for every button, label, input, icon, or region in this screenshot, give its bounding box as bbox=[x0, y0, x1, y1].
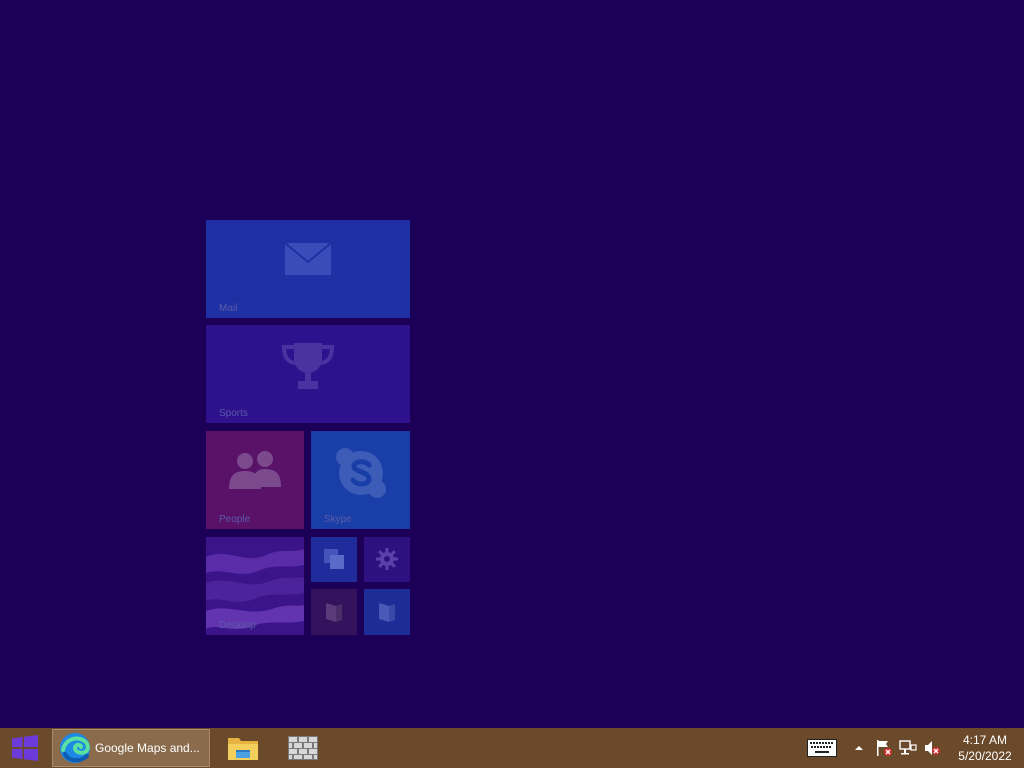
tile-label-desktop: Desktop bbox=[219, 620, 256, 631]
tile-sports[interactable]: Sports bbox=[206, 325, 410, 423]
skype-icon bbox=[311, 447, 410, 499]
taskbar-app-label: Google Maps and... bbox=[95, 741, 200, 755]
reading-list-icon bbox=[364, 600, 410, 624]
taskbar-clock[interactable]: 4:17 AM 5/20/2022 bbox=[950, 732, 1020, 764]
taskbar-app-edge[interactable]: Google Maps and... bbox=[52, 729, 210, 767]
file-explorer-icon bbox=[228, 738, 258, 760]
tile-skype[interactable]: Skype bbox=[311, 431, 410, 529]
tile-desktop[interactable]: Desktop bbox=[206, 537, 304, 635]
tile-label-skype: Skype bbox=[324, 514, 352, 525]
start-button[interactable] bbox=[0, 728, 50, 768]
gear-icon bbox=[364, 547, 410, 571]
photos-icon bbox=[311, 547, 357, 571]
touch-keyboard-icon[interactable] bbox=[807, 739, 837, 757]
tile-reading-list[interactable] bbox=[364, 589, 410, 635]
tile-label-sports: Sports bbox=[219, 408, 248, 419]
trophy-icon bbox=[206, 339, 410, 393]
windows-logo-icon bbox=[12, 735, 38, 761]
tile-reader[interactable] bbox=[311, 589, 357, 635]
show-hidden-icons-icon[interactable] bbox=[854, 744, 864, 752]
taskbar-firewall[interactable] bbox=[280, 729, 326, 767]
desktop-background: Mail Sports People Skype Desktop bbox=[0, 0, 1024, 728]
system-tray: 4:17 AM 5/20/2022 bbox=[804, 728, 1024, 768]
taskbar-file-explorer[interactable] bbox=[220, 729, 266, 767]
book-icon bbox=[311, 600, 357, 624]
tile-settings[interactable] bbox=[364, 537, 410, 582]
tile-photos[interactable] bbox=[311, 537, 357, 582]
tile-label-people: People bbox=[219, 514, 251, 525]
tile-label-mail: Mail bbox=[219, 303, 238, 314]
tile-people[interactable]: People bbox=[206, 431, 304, 529]
edge-icon bbox=[59, 732, 91, 764]
network-icon[interactable] bbox=[899, 739, 917, 757]
clock-date: 5/20/2022 bbox=[958, 749, 1012, 763]
action-center-flag-icon[interactable] bbox=[875, 739, 893, 757]
mail-icon bbox=[206, 242, 410, 276]
volume-muted-icon[interactable] bbox=[923, 739, 941, 757]
clock-time: 4:17 AM bbox=[962, 733, 1008, 747]
firewall-icon bbox=[288, 736, 318, 760]
taskbar: Google Maps and... 4:17 AM 5/20/2022 bbox=[0, 728, 1024, 768]
tile-mail[interactable]: Mail bbox=[206, 220, 410, 318]
people-icon bbox=[206, 451, 304, 491]
